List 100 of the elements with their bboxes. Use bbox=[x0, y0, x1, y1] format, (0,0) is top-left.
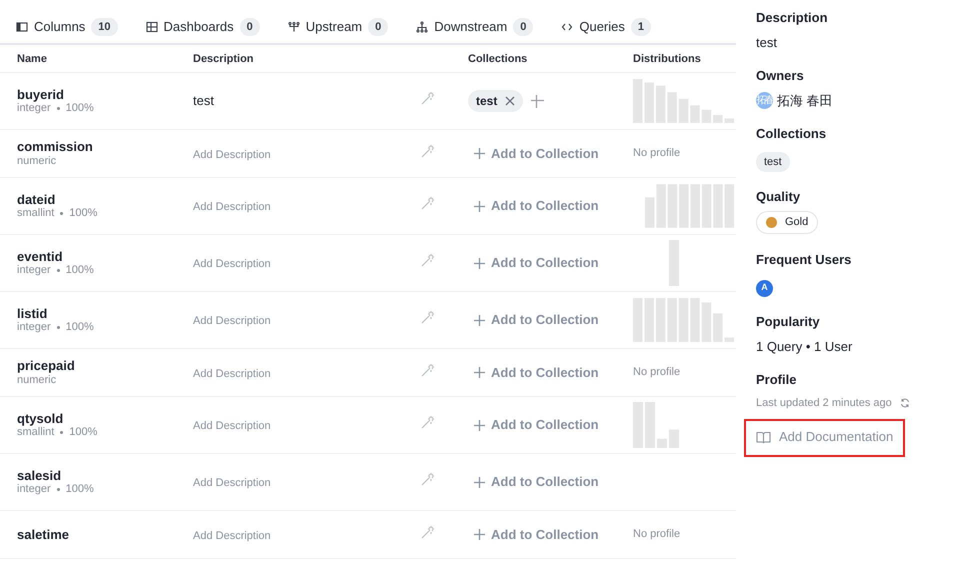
tab[interactable]: Columns 10 bbox=[16, 16, 118, 38]
plus-icon[interactable] bbox=[474, 200, 485, 212]
close-icon[interactable] bbox=[505, 96, 516, 106]
add-to-collection-button[interactable]: Add to Collection bbox=[468, 362, 599, 382]
separator-dot bbox=[56, 107, 60, 110]
column-name: eventid bbox=[17, 248, 64, 264]
code-icon bbox=[561, 21, 574, 33]
add-to-collection-button[interactable]: Add to Collection bbox=[468, 253, 599, 273]
magic-wand-icon[interactable] bbox=[421, 253, 435, 267]
add-description-link[interactable]: Add Description bbox=[193, 142, 271, 160]
separator-dot bbox=[60, 212, 64, 216]
completeness: 100% bbox=[69, 207, 98, 220]
last-updated-text: Last updated 2 minutes ago bbox=[756, 396, 892, 411]
completeness: 100% bbox=[66, 483, 94, 496]
plus-icon[interactable] bbox=[474, 367, 485, 378]
data-type: smallint bbox=[17, 207, 54, 220]
separator-dot bbox=[56, 326, 60, 330]
data-type: smallint bbox=[17, 426, 54, 440]
section-heading: Profile bbox=[756, 371, 798, 390]
avatar: 拓春 bbox=[756, 92, 773, 109]
add-documentation-button[interactable]: Add Documentation bbox=[744, 419, 906, 457]
plus-icon[interactable] bbox=[474, 148, 485, 159]
column-name: listid bbox=[17, 306, 48, 322]
add-to-collection-button[interactable]: Add to Collection bbox=[468, 196, 599, 216]
completeness: 100% bbox=[66, 264, 94, 278]
add-to-collection-button[interactable]: Add to Collection bbox=[468, 472, 599, 492]
magic-wand-icon[interactable] bbox=[421, 144, 435, 158]
data-type: integer bbox=[17, 321, 51, 334]
data-type: integer bbox=[17, 102, 51, 116]
magic-wand-icon[interactable] bbox=[421, 310, 435, 324]
description-text: test bbox=[756, 34, 778, 52]
refresh-icon[interactable] bbox=[900, 398, 910, 408]
separator-dot bbox=[60, 431, 64, 434]
no-profile-text: No profile bbox=[633, 146, 680, 162]
plus-icon[interactable] bbox=[474, 314, 485, 326]
column-header: Description bbox=[193, 52, 254, 64]
tab[interactable]: Queries 1 bbox=[561, 16, 652, 38]
plus-icon[interactable] bbox=[474, 258, 485, 268]
column-header: Collections bbox=[468, 52, 528, 64]
plus-icon[interactable] bbox=[474, 529, 485, 540]
completeness: 100% bbox=[66, 321, 94, 334]
magic-wand-icon[interactable] bbox=[421, 91, 435, 105]
histogram-drawing bbox=[669, 240, 681, 286]
column-name: dateid bbox=[17, 192, 56, 208]
separator-dot bbox=[56, 488, 60, 492]
quality-badge: Gold bbox=[756, 211, 818, 234]
magic-wand-icon[interactable] bbox=[421, 524, 435, 538]
completeness: 100% bbox=[66, 102, 94, 116]
histogram-drawing bbox=[633, 402, 681, 448]
section-heading: Owners bbox=[756, 67, 805, 85]
count-badge: 0 bbox=[240, 18, 260, 36]
add-description-link[interactable]: Add Description bbox=[193, 471, 271, 489]
collection-tag[interactable]: test bbox=[756, 152, 790, 172]
section-heading: Frequent Users bbox=[756, 250, 852, 269]
plus-icon[interactable] bbox=[474, 420, 485, 430]
data-type: integer bbox=[17, 264, 51, 278]
add-description-link[interactable]: Add Description bbox=[193, 524, 271, 542]
magic-wand-icon[interactable] bbox=[421, 415, 435, 429]
add-to-collection-button[interactable]: Add to Collection bbox=[468, 144, 599, 164]
popularity-text: 1 Query • 1 User bbox=[756, 338, 854, 356]
no-profile-text: No profile bbox=[633, 527, 680, 542]
add-to-collection-button[interactable]: Add to Collection bbox=[468, 524, 599, 544]
hierarchy-icon bbox=[416, 21, 428, 33]
magic-wand-icon[interactable] bbox=[421, 472, 435, 486]
tab[interactable]: Dashboards 0 bbox=[146, 16, 260, 38]
section-heading: Description bbox=[756, 9, 829, 27]
add-to-collection-button[interactable]: Add to Collection bbox=[468, 415, 599, 435]
owner-name[interactable]: 拓海 春田 bbox=[777, 90, 833, 110]
add-description-link[interactable]: Add Description bbox=[193, 414, 271, 432]
column-name: salesid bbox=[17, 468, 62, 484]
count-badge: 1 bbox=[630, 18, 652, 36]
avatar: A bbox=[756, 280, 773, 296]
collection-tag: test bbox=[468, 90, 524, 112]
completeness: 100% bbox=[69, 426, 98, 440]
tab[interactable]: Downstream 0 bbox=[416, 16, 534, 38]
magic-wand-icon[interactable] bbox=[421, 196, 435, 210]
description-text: test bbox=[193, 93, 214, 108]
plus-icon[interactable] bbox=[531, 94, 544, 108]
add-to-collection-button[interactable]: Add to Collection bbox=[468, 310, 599, 330]
columns-icon bbox=[16, 21, 28, 33]
column-name: commission bbox=[17, 139, 94, 155]
column-name: pricepaid bbox=[17, 358, 76, 374]
count-badge: 10 bbox=[91, 18, 118, 36]
no-profile-text: No profile bbox=[633, 365, 680, 380]
column-name: saletime bbox=[17, 526, 70, 542]
plus-icon[interactable] bbox=[474, 476, 485, 488]
book-icon bbox=[756, 430, 771, 444]
data-type: numeric bbox=[17, 154, 56, 168]
count-badge: 0 bbox=[513, 18, 534, 36]
add-description-link[interactable]: Add Description bbox=[193, 362, 271, 380]
section-heading: Collections bbox=[756, 125, 828, 143]
count-badge: 0 bbox=[368, 18, 388, 36]
add-description-link[interactable]: Add Description bbox=[193, 195, 271, 213]
add-description-link[interactable]: Add Description bbox=[193, 309, 271, 327]
column-header: Name bbox=[17, 52, 47, 64]
magic-wand-icon[interactable] bbox=[421, 362, 435, 376]
section-heading: Popularity bbox=[756, 313, 821, 332]
add-description-link[interactable]: Add Description bbox=[193, 252, 271, 270]
tab[interactable]: Upstream 0 bbox=[288, 16, 388, 38]
branches-icon bbox=[288, 21, 300, 33]
